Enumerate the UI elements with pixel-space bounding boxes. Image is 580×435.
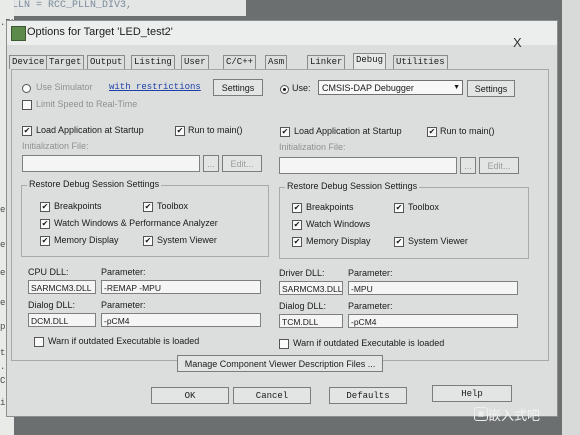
cpu-dll-input[interactable]: SARMCM3.DLL	[28, 280, 96, 294]
right-toolbox-checkbox[interactable]: ✔	[394, 203, 404, 213]
right-warn-label: Warn if outdated Executable is loaded	[293, 338, 445, 348]
close-icon[interactable]: X	[513, 35, 522, 50]
right-toolbox-label: Toolbox	[408, 202, 440, 212]
limit-speed-label: Limit Speed to Real-Time	[36, 99, 138, 109]
left-dialog-param-label: Parameter:	[101, 300, 146, 310]
ok-button[interactable]: OK	[151, 387, 229, 404]
right-restore-title: Restore Debug Session Settings	[285, 181, 420, 191]
right-watch-label: Watch Windows	[306, 219, 371, 229]
app-icon	[11, 26, 26, 41]
right-dialog-param-input[interactable]: -pCM4	[348, 314, 518, 328]
left-dialog-dll-label: Dialog DLL:	[28, 300, 76, 310]
left-init-browse-button[interactable]: ...	[203, 155, 219, 172]
right-sysviewer-checkbox[interactable]: ✔	[394, 237, 404, 247]
tab-c-cpp[interactable]: C/C++	[223, 55, 257, 69]
right-memory-checkbox[interactable]: ✔	[292, 237, 302, 247]
cpu-dll-label: CPU DLL:	[28, 267, 69, 277]
dialog-title: Options for Target 'LED_test2'	[27, 26, 173, 38]
driver-param-label: Parameter:	[348, 268, 393, 278]
left-init-edit-button[interactable]: Edit...	[222, 155, 262, 172]
tab-utilities[interactable]: Utilities	[393, 55, 448, 69]
tab-output[interactable]: Output	[87, 55, 126, 69]
watermark-icon: ◼	[474, 407, 488, 421]
left-watch-checkbox[interactable]: ✔	[40, 219, 50, 229]
simulator-settings-button[interactable]: Settings	[213, 79, 263, 96]
tab-linker[interactable]: Linker	[307, 55, 346, 69]
left-watch-label: Watch Windows & Performance Analyzer	[54, 218, 218, 228]
left-memory-checkbox[interactable]: ✔	[40, 236, 50, 246]
right-init-file-label: Initialization File:	[279, 142, 346, 152]
use-simulator-label: Use Simulator	[36, 82, 93, 92]
left-load-app-label: Load Application at Startup	[36, 125, 144, 135]
driver-dll-input[interactable]: SARMCM3.DLL	[279, 281, 343, 295]
left-warn-label: Warn if outdated Executable is loaded	[48, 336, 200, 346]
debugger-select-value: CMSIS-DAP Debugger	[322, 83, 414, 93]
left-init-file-label: Initialization File:	[22, 141, 89, 151]
right-init-browse-button[interactable]: ...	[460, 157, 476, 174]
left-toolbox-checkbox[interactable]: ✔	[143, 202, 153, 212]
defaults-button[interactable]: Defaults	[329, 387, 407, 404]
right-init-file-input[interactable]	[279, 157, 457, 174]
left-sysviewer-checkbox[interactable]: ✔	[143, 236, 153, 246]
left-toolbox-label: Toolbox	[157, 201, 189, 211]
tab-target[interactable]: Target	[46, 55, 85, 69]
options-dialog: Options for Target 'LED_test2' X Device …	[6, 20, 558, 417]
left-restore-title: Restore Debug Session Settings	[27, 179, 162, 189]
right-load-app-label: Load Application at Startup	[294, 126, 402, 136]
background-right-strip	[562, 0, 580, 435]
use-debugger-radio[interactable]	[280, 85, 289, 94]
tab-listing[interactable]: Listing	[131, 55, 175, 69]
right-breakpoints-checkbox[interactable]: ✔	[292, 203, 302, 213]
background-code-top: PLLN = RCC_PLLN_DIV3,	[0, 0, 246, 16]
right-init-edit-button[interactable]: Edit...	[479, 157, 519, 174]
left-breakpoints-checkbox[interactable]: ✔	[40, 202, 50, 212]
cpu-param-input[interactable]: -REMAP -MPU	[101, 280, 261, 294]
chevron-down-icon: ▼	[453, 84, 460, 91]
left-breakpoints-label: Breakpoints	[54, 201, 102, 211]
help-button[interactable]: Help	[432, 385, 512, 402]
debugger-settings-button[interactable]: Settings	[467, 80, 515, 97]
left-run-to-main-label: Run to main()	[188, 125, 243, 135]
tab-debug[interactable]: Debug	[353, 53, 387, 70]
left-memory-label: Memory Display	[54, 235, 119, 245]
left-run-to-main-checkbox[interactable]: ✔	[175, 126, 185, 136]
right-run-to-main-label: Run to main()	[440, 126, 495, 136]
right-breakpoints-label: Breakpoints	[306, 202, 354, 212]
tab-asm[interactable]: Asm	[265, 55, 288, 69]
right-run-to-main-checkbox[interactable]: ✔	[427, 127, 437, 137]
right-watch-checkbox[interactable]: ✔	[292, 220, 302, 230]
tab-device[interactable]: Device	[9, 55, 48, 69]
title-bar: Options for Target 'LED_test2' X	[7, 21, 557, 50]
use-simulator-radio[interactable]	[22, 84, 31, 93]
right-dialog-dll-label: Dialog DLL:	[279, 301, 327, 311]
left-dialog-dll-input[interactable]: DCM.DLL	[28, 313, 96, 327]
driver-dll-label: Driver DLL:	[279, 268, 325, 278]
manage-component-viewer-button[interactable]: Manage Component Viewer Description File…	[177, 355, 383, 372]
driver-param-input[interactable]: -MPU	[348, 281, 518, 295]
limit-speed-checkbox[interactable]	[22, 100, 32, 110]
right-warn-checkbox[interactable]	[279, 339, 289, 349]
right-memory-label: Memory Display	[306, 236, 371, 246]
with-restrictions-link[interactable]: with restrictions	[109, 82, 201, 92]
left-warn-checkbox[interactable]	[34, 337, 44, 347]
left-load-app-checkbox[interactable]: ✔	[22, 126, 32, 136]
right-dialog-param-label: Parameter:	[348, 301, 393, 311]
left-init-file-input[interactable]	[22, 155, 200, 172]
tab-bar: Device Target Output Listing User C/C++ …	[9, 53, 449, 70]
right-dialog-dll-input[interactable]: TCM.DLL	[279, 314, 343, 328]
cancel-button[interactable]: Cancel	[233, 387, 311, 404]
right-load-app-checkbox[interactable]: ✔	[280, 127, 290, 137]
tab-user[interactable]: User	[181, 55, 209, 69]
left-dialog-param-input[interactable]: -pCM4	[101, 313, 261, 327]
watermark-text: 嵌入式吧	[488, 408, 541, 423]
right-sysviewer-label: System Viewer	[408, 236, 468, 246]
cpu-param-label: Parameter:	[101, 267, 146, 277]
left-sysviewer-label: System Viewer	[157, 235, 217, 245]
debugger-select[interactable]: CMSIS-DAP Debugger ▼	[318, 80, 463, 95]
use-label: Use:	[292, 83, 311, 93]
